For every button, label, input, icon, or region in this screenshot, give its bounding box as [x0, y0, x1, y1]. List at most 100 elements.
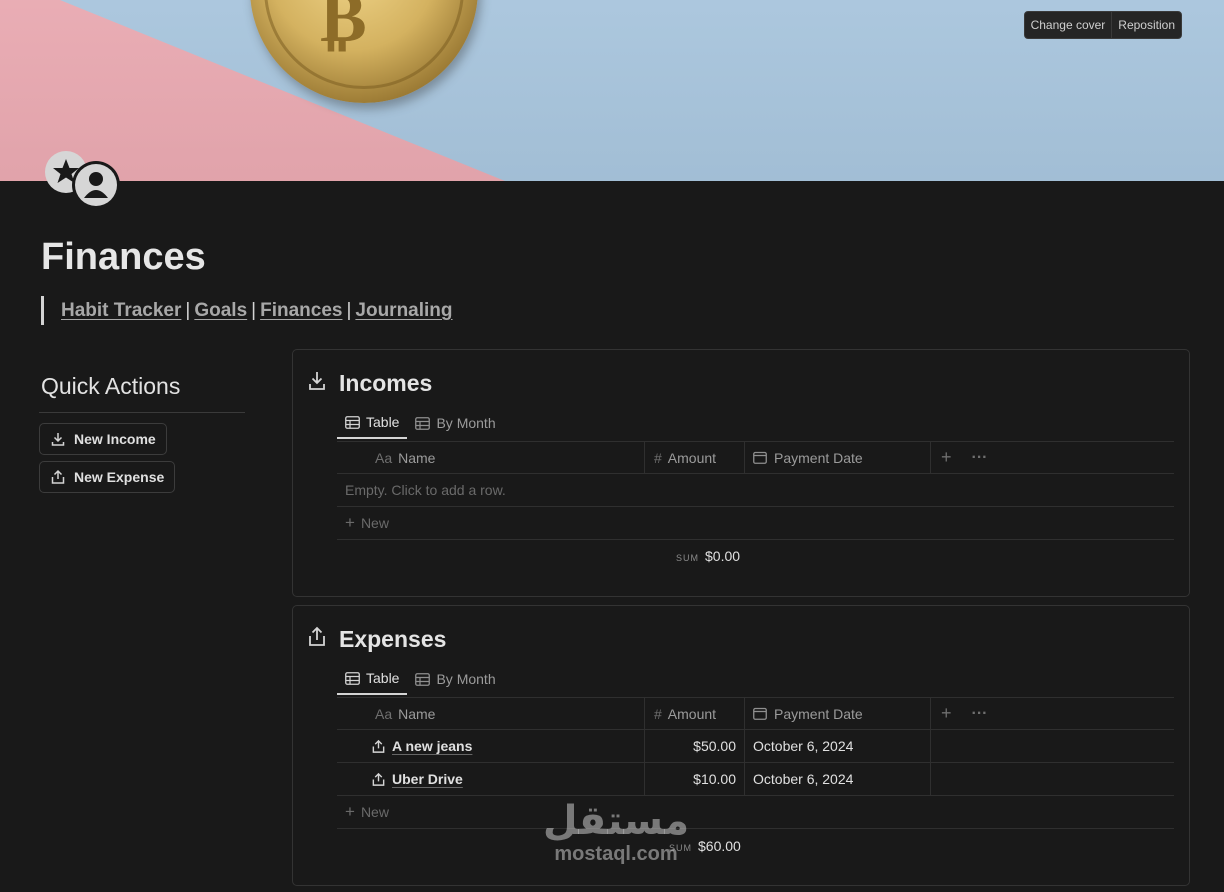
table-icon: [345, 671, 360, 685]
column-label: Amount: [667, 449, 717, 466]
tab-by-month[interactable]: By Month: [407, 407, 503, 439]
more-options-icon[interactable]: ···: [972, 705, 988, 723]
table-row[interactable]: Uber Drive $10.00 October 6, 2024: [337, 763, 1174, 796]
column-label: Amount: [667, 705, 717, 722]
nav-link-habit-tracker[interactable]: Habit Tracker: [61, 300, 181, 321]
cover-image: ₿ Change cover Reposition: [0, 0, 1224, 181]
table-icon: [345, 415, 360, 429]
row-title[interactable]: A new jeans: [392, 738, 472, 754]
incomes-database: Incomes Table By Month Aa Name # Amount …: [292, 349, 1190, 597]
new-expense-label: New Expense: [74, 469, 165, 485]
tab-table[interactable]: Table: [337, 407, 408, 439]
text-type-icon: Aa: [375, 449, 393, 466]
cell-name[interactable]: A new jeans: [337, 730, 645, 762]
date-value: October 6, 2024: [753, 738, 854, 754]
download-icon: [51, 433, 65, 446]
cell-payment-date[interactable]: October 6, 2024: [745, 730, 931, 762]
column-header-amount[interactable]: # Amount: [645, 698, 745, 729]
page-title: Finances: [41, 236, 206, 278]
upload-icon: [51, 469, 65, 484]
row-title[interactable]: Uber Drive: [392, 771, 463, 787]
column-header-payment-date[interactable]: Payment Date: [745, 698, 931, 729]
nav-separator: |: [346, 300, 352, 321]
page-nav-quote: Habit Tracker | Goals | Finances | Journaling: [41, 296, 453, 325]
new-label: New: [360, 804, 389, 820]
sum-value: $60.00: [698, 838, 741, 854]
amount-value: $10.00: [693, 771, 736, 787]
column-actions: + ···: [931, 698, 988, 729]
upload-icon: [372, 739, 385, 753]
table-row[interactable]: A new jeans $50.00 October 6, 2024: [337, 730, 1174, 763]
nav-link-journaling[interactable]: Journaling: [355, 300, 452, 321]
incomes-sum[interactable]: SUM $0.00: [676, 548, 740, 564]
column-label: Payment Date: [774, 449, 863, 466]
cover-controls: Change cover Reposition: [1023, 11, 1182, 39]
column-header-name[interactable]: Aa Name: [337, 698, 645, 729]
bitcoin-symbol: ₿: [320, 0, 367, 58]
number-type-icon: #: [654, 449, 662, 466]
column-label: Name: [398, 449, 436, 466]
column-header-payment-date[interactable]: Payment Date: [745, 442, 931, 473]
column-header-amount[interactable]: # Amount: [645, 442, 745, 473]
column-label: Payment Date: [774, 705, 863, 722]
upload-icon: [309, 626, 325, 646]
add-property-icon[interactable]: +: [941, 703, 952, 724]
cell-payment-date[interactable]: October 6, 2024: [745, 763, 931, 795]
number-type-icon: #: [654, 705, 662, 722]
expenses-database: Expenses Table By Month Aa Name # Amount…: [292, 605, 1190, 886]
sum-label: SUM: [669, 843, 692, 853]
expenses-title[interactable]: Expenses: [339, 626, 446, 653]
tab-table[interactable]: Table: [337, 663, 408, 695]
plus-icon: +: [345, 513, 355, 532]
cell-name[interactable]: Uber Drive: [337, 763, 645, 795]
plus-icon: +: [345, 802, 355, 821]
date-value: October 6, 2024: [753, 771, 854, 787]
upload-icon: [372, 772, 385, 786]
table-header-row: Aa Name # Amount Payment Date + ···: [337, 697, 1174, 730]
nav-link-finances[interactable]: Finances: [260, 300, 342, 321]
nav-separator: |: [251, 300, 257, 321]
cell-empty: [931, 763, 941, 795]
tab-label: Table: [366, 414, 400, 430]
table-header-row: Aa Name # Amount Payment Date + ···: [337, 441, 1174, 474]
new-row-button[interactable]: + New: [337, 507, 1174, 540]
quick-actions-heading: Quick Actions: [41, 373, 181, 399]
tab-label: Table: [366, 670, 400, 686]
tab-label: By Month: [436, 415, 496, 431]
text-type-icon: Aa: [375, 705, 393, 722]
calendar-icon: [753, 451, 767, 464]
download-icon: [309, 372, 325, 390]
calendar-icon: [753, 707, 767, 720]
incomes-title[interactable]: Incomes: [339, 370, 432, 397]
column-actions: + ···: [931, 442, 988, 473]
expenses-sum[interactable]: SUM $60.00: [669, 838, 741, 854]
column-header-name[interactable]: Aa Name: [337, 442, 645, 473]
nav-link-goals[interactable]: Goals: [194, 300, 247, 321]
cell-amount[interactable]: $10.00: [645, 763, 745, 795]
table-icon: [415, 672, 431, 686]
empty-placeholder-row[interactable]: Empty. Click to add a row.: [337, 474, 1174, 507]
reposition-button[interactable]: Reposition: [1111, 12, 1181, 38]
tab-by-month[interactable]: By Month: [407, 663, 503, 695]
new-income-button[interactable]: New Income: [39, 423, 167, 455]
page-icon[interactable]: [44, 148, 120, 210]
column-label: Name: [398, 705, 436, 722]
add-property-icon[interactable]: +: [941, 447, 952, 468]
cell-amount[interactable]: $50.00: [645, 730, 745, 762]
incomes-view-tabs: Table By Month: [337, 407, 504, 439]
new-expense-button[interactable]: New Expense: [39, 461, 176, 493]
tab-label: By Month: [436, 671, 496, 687]
quick-actions-divider: [39, 412, 245, 413]
incomes-table: Aa Name # Amount Payment Date + ··· Empt…: [337, 441, 1174, 540]
empty-text: Empty. Click to add a row.: [345, 482, 506, 498]
table-icon: [415, 416, 431, 430]
more-options-icon[interactable]: ···: [972, 449, 988, 467]
expenses-view-tabs: Table By Month: [337, 663, 504, 695]
cell-empty: [931, 730, 941, 762]
new-label: New: [360, 515, 389, 531]
expenses-table: Aa Name # Amount Payment Date + ··· A ne…: [337, 697, 1174, 829]
sum-value: $0.00: [705, 548, 741, 564]
new-row-button[interactable]: + New: [337, 796, 1174, 829]
nav-separator: |: [185, 300, 191, 321]
change-cover-button[interactable]: Change cover: [1025, 12, 1112, 38]
